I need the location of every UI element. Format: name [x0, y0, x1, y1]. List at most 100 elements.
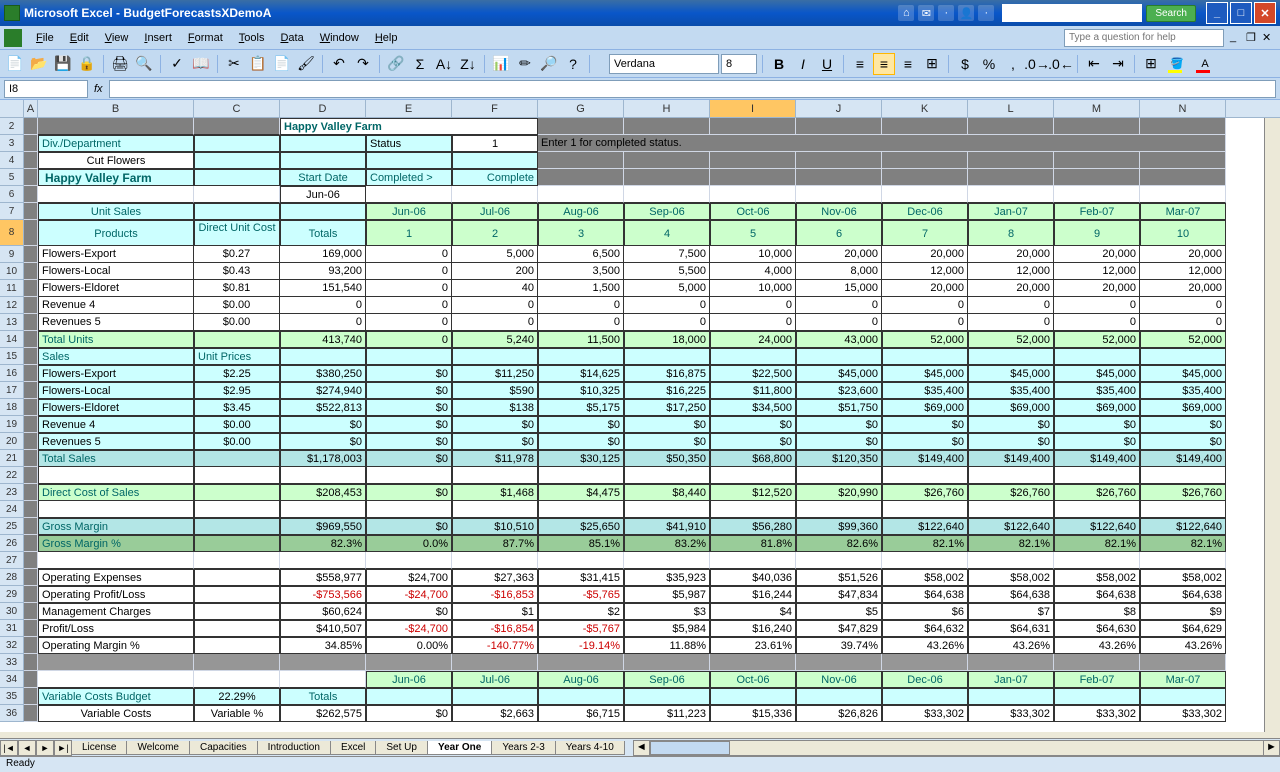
- row-header-29[interactable]: 29: [0, 586, 24, 603]
- cell[interactable]: 8: [968, 220, 1054, 246]
- cell[interactable]: -$5,765: [538, 586, 624, 603]
- cells-area[interactable]: Happy Valley FarmDiv./DepartmentStatus1E…: [24, 118, 1280, 722]
- cell[interactable]: $47,834: [796, 586, 882, 603]
- row-header-2[interactable]: 2: [0, 118, 24, 135]
- cell[interactable]: $0: [366, 365, 452, 382]
- cell[interactable]: $274,940: [280, 382, 366, 399]
- horizontal-scrollbar[interactable]: ◄ ►: [633, 740, 1280, 756]
- cell[interactable]: -$5,767: [538, 620, 624, 637]
- cell[interactable]: -$24,700: [366, 620, 452, 637]
- cell[interactable]: 0.0%: [366, 535, 452, 552]
- format-painter-icon[interactable]: 🖌: [295, 53, 317, 75]
- cell[interactable]: $380,250: [280, 365, 366, 382]
- cell[interactable]: 413,740: [280, 331, 366, 348]
- cell[interactable]: [24, 348, 38, 365]
- cell[interactable]: $33,302: [1054, 705, 1140, 722]
- cell[interactable]: $2,663: [452, 705, 538, 722]
- cell[interactable]: -19.14%: [538, 637, 624, 654]
- cell[interactable]: $5,984: [624, 620, 710, 637]
- cell[interactable]: [882, 348, 968, 365]
- cell[interactable]: Flowers-Eldoret: [38, 399, 194, 416]
- underline-button[interactable]: U: [816, 53, 838, 75]
- cell[interactable]: 10,000: [710, 246, 796, 263]
- cell[interactable]: $1,468: [452, 484, 538, 501]
- cell[interactable]: -$753,566: [280, 586, 366, 603]
- cell[interactable]: $69,000: [1140, 399, 1226, 416]
- cell[interactable]: [624, 169, 710, 186]
- cell[interactable]: 5,500: [624, 263, 710, 280]
- cell[interactable]: Operating Margin %: [38, 637, 194, 654]
- cell[interactable]: $16,875: [624, 365, 710, 382]
- cell[interactable]: 0: [1140, 297, 1226, 314]
- cell[interactable]: Jun-06: [366, 203, 452, 220]
- row-header-32[interactable]: 32: [0, 637, 24, 654]
- cell[interactable]: [710, 501, 796, 518]
- cell[interactable]: -$16,853: [452, 586, 538, 603]
- cell[interactable]: [1140, 348, 1226, 365]
- cell[interactable]: Totals: [280, 688, 366, 705]
- cell[interactable]: [366, 552, 452, 569]
- cell[interactable]: Profit/Loss: [38, 620, 194, 637]
- col-header-M[interactable]: M: [1054, 100, 1140, 117]
- cell[interactable]: $3.45: [194, 399, 280, 416]
- cell[interactable]: $17,250: [624, 399, 710, 416]
- cell[interactable]: Gross Margin: [38, 518, 194, 535]
- sort-desc-icon[interactable]: Z↓: [457, 53, 479, 75]
- cell[interactable]: 0: [280, 314, 366, 331]
- cell[interactable]: $45,000: [882, 365, 968, 382]
- cell[interactable]: [538, 501, 624, 518]
- cell[interactable]: $0: [366, 416, 452, 433]
- cell[interactable]: Enter 1 for completed status.: [538, 135, 1226, 152]
- cell[interactable]: $0: [796, 433, 882, 450]
- cell[interactable]: Direct Unit Cost: [194, 220, 280, 246]
- cell[interactable]: [194, 135, 280, 152]
- sheet-tab-welcome[interactable]: Welcome: [126, 741, 190, 755]
- permission-icon[interactable]: 🔒: [76, 53, 98, 75]
- row-header-5[interactable]: 5: [0, 169, 24, 186]
- cell[interactable]: [452, 348, 538, 365]
- cell[interactable]: [194, 552, 280, 569]
- cell[interactable]: $5,987: [624, 586, 710, 603]
- cell[interactable]: $0.27: [194, 246, 280, 263]
- cell[interactable]: [280, 467, 366, 484]
- cell[interactable]: $0: [452, 416, 538, 433]
- menu-file[interactable]: File: [28, 29, 62, 47]
- cell[interactable]: [24, 688, 38, 705]
- row-header-34[interactable]: 34: [0, 671, 24, 688]
- cell[interactable]: 11.88%: [624, 637, 710, 654]
- cell[interactable]: $1: [452, 603, 538, 620]
- cell[interactable]: $99,360: [796, 518, 882, 535]
- cell[interactable]: [538, 654, 624, 671]
- menu-edit[interactable]: Edit: [62, 29, 97, 47]
- cell[interactable]: 0: [624, 297, 710, 314]
- person-icon[interactable]: 👤: [958, 5, 974, 21]
- cell[interactable]: [882, 552, 968, 569]
- preview-icon[interactable]: 🔍: [133, 53, 155, 75]
- tab-nav-prev[interactable]: ◄: [18, 740, 36, 756]
- cell[interactable]: 3: [538, 220, 624, 246]
- cell[interactable]: $522,813: [280, 399, 366, 416]
- cell[interactable]: [796, 186, 882, 203]
- cell[interactable]: [366, 348, 452, 365]
- cell[interactable]: [366, 688, 452, 705]
- cell[interactable]: 151,540: [280, 280, 366, 297]
- cell[interactable]: Nov-06: [796, 203, 882, 220]
- cell[interactable]: [24, 314, 38, 331]
- cell[interactable]: 0: [1054, 297, 1140, 314]
- cell[interactable]: [38, 552, 194, 569]
- cell[interactable]: $25,650: [538, 518, 624, 535]
- cell[interactable]: 8,000: [796, 263, 882, 280]
- font-size-select[interactable]: [721, 54, 757, 74]
- cell[interactable]: Feb-07: [1054, 671, 1140, 688]
- cell[interactable]: [968, 118, 1054, 135]
- cell[interactable]: [194, 535, 280, 552]
- col-header-G[interactable]: G: [538, 100, 624, 117]
- percent-button[interactable]: %: [978, 53, 1000, 75]
- home-icon[interactable]: ⌂: [898, 5, 914, 21]
- cell[interactable]: Flowers-Local: [38, 263, 194, 280]
- sheet-tab-capacities[interactable]: Capacities: [189, 741, 258, 755]
- tab-nav-first[interactable]: |◄: [0, 740, 18, 756]
- row-header-35[interactable]: 35: [0, 688, 24, 705]
- cell[interactable]: $0: [1140, 416, 1226, 433]
- cell[interactable]: 22.29%: [194, 688, 280, 705]
